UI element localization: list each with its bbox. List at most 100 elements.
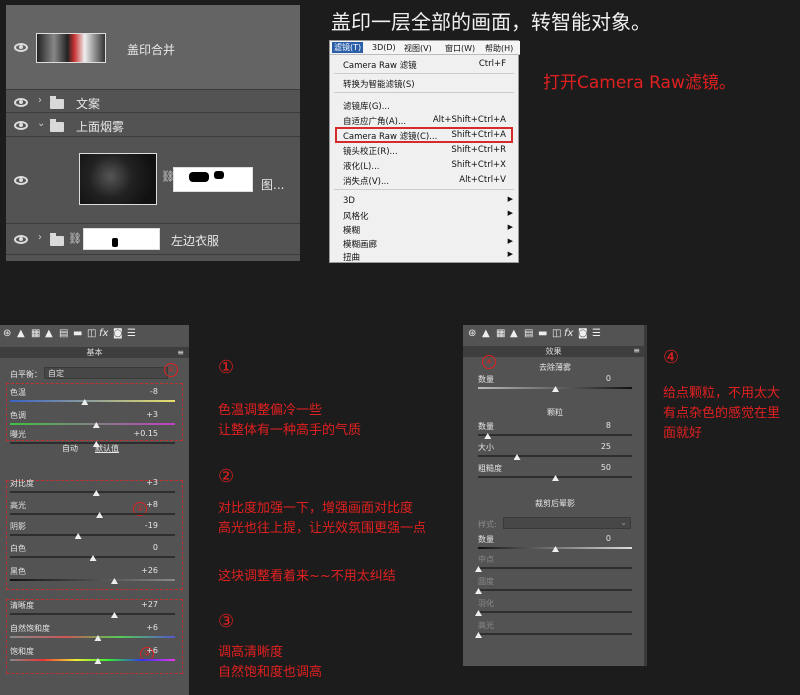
slider-track[interactable] <box>10 423 175 425</box>
menu-view[interactable]: 视图(V) <box>404 43 432 54</box>
camera-icon[interactable]: ◙ <box>113 328 123 339</box>
camera-icon[interactable]: ◙ <box>578 328 588 339</box>
slider-value[interactable]: 8 <box>571 421 611 430</box>
hsl-icon[interactable]: ▤ <box>524 328 533 339</box>
slider-value[interactable]: +0.15 <box>118 429 158 438</box>
slider-value[interactable]: +26 <box>118 566 158 575</box>
slider-track[interactable] <box>478 633 632 635</box>
slider-track[interactable] <box>10 579 175 581</box>
menu-item-stylize[interactable]: 风格化 ▶ <box>330 208 518 222</box>
auto-link[interactable]: 自动 <box>62 443 78 454</box>
slider-value[interactable]: 0 <box>571 534 611 543</box>
split-tone-icon[interactable]: ▬ <box>73 328 82 339</box>
layer-mask-thumbnail[interactable] <box>83 228 160 250</box>
slider-value[interactable]: 25 <box>571 442 611 451</box>
menu-item-distort[interactable]: 扭曲 ▶ <box>330 249 518 263</box>
menu-item-camera-raw-last[interactable]: Camera Raw 滤镜 Ctrl+F <box>330 57 518 71</box>
hsl-icon[interactable]: ▤ <box>59 328 68 339</box>
menu-item-shortcut: Alt+Ctrl+V <box>459 175 506 185</box>
slider-track[interactable] <box>478 611 632 613</box>
slider-label: 色调 <box>10 411 26 420</box>
layer-group-row[interactable]: › ⛓ 左边衣服 <box>6 225 300 255</box>
slider-track[interactable] <box>10 534 175 536</box>
presets-icon[interactable]: ☰ <box>592 328 601 339</box>
chevron-right-icon[interactable]: › <box>38 95 42 106</box>
chevron-down-icon[interactable]: ⌄ <box>37 118 45 129</box>
menu-window[interactable]: 窗口(W) <box>445 43 475 54</box>
slider-label: 阴影 <box>10 522 26 531</box>
lens-icon[interactable]: ◫ <box>87 328 96 339</box>
histogram-icon[interactable]: ▲ <box>17 328 25 339</box>
slider-value[interactable]: 50 <box>571 463 611 472</box>
slider-track[interactable] <box>478 589 632 591</box>
menu-item-shortcut: Shift+Ctrl+X <box>451 160 506 170</box>
slider-track[interactable] <box>10 442 175 444</box>
step-marker: ① <box>164 363 178 377</box>
menu-filter[interactable]: 滤镜(T) <box>332 42 364 53</box>
panel-menu-icon[interactable]: ≡ <box>177 348 184 357</box>
fx-icon[interactable]: fx <box>564 328 573 339</box>
slider-value[interactable]: -8 <box>118 387 158 396</box>
slider-track[interactable] <box>10 613 175 615</box>
slider-track[interactable] <box>478 455 632 457</box>
layer-row[interactable]: 盖印合并 <box>6 5 300 90</box>
histogram-icon[interactable]: ▲ <box>482 328 490 339</box>
slider-value[interactable]: 0 <box>571 374 611 383</box>
tone-curve-icon[interactable]: ▦ <box>496 328 505 339</box>
layer-row[interactable]: ⛓ 图... <box>6 138 300 224</box>
slider-track[interactable] <box>478 567 632 569</box>
aperture-icon[interactable]: ⊛ <box>3 328 11 339</box>
presets-icon[interactable]: ☰ <box>127 328 136 339</box>
menu-item-liquify[interactable]: 液化(L)... Shift+Ctrl+X <box>330 158 518 172</box>
link-icon[interactable]: ⛓ <box>68 232 82 245</box>
layer-group-row[interactable]: ⌄ 上面烟雾 <box>6 114 300 137</box>
visibility-eye-icon[interactable] <box>14 43 28 52</box>
menu-3d[interactable]: 3D(D) <box>372 43 396 52</box>
tone-curve-icon[interactable]: ▦ <box>31 328 40 339</box>
menu-item-blur-gallery[interactable]: 模糊画廊 ▶ <box>330 236 518 250</box>
menu-item-blur[interactable]: 模糊 ▶ <box>330 222 518 236</box>
submenu-arrow-icon: ▶ <box>507 223 513 231</box>
slider-value[interactable]: -19 <box>118 521 158 530</box>
slider-track[interactable] <box>10 636 175 638</box>
menu-item-adaptive-wide-angle[interactable]: 自适应广角(A)... Alt+Shift+Ctrl+A <box>330 113 518 127</box>
slider-track[interactable] <box>10 491 175 493</box>
slider-value[interactable]: +6 <box>118 623 158 632</box>
slider-value[interactable]: +3 <box>118 410 158 419</box>
menu-item-vanishing-point[interactable]: 消失点(V)... Alt+Ctrl+V <box>330 173 518 187</box>
default-link[interactable]: 默认值 <box>95 443 119 454</box>
grain-title: 颗粒 <box>547 408 563 417</box>
layer-mask-thumbnail[interactable] <box>173 167 253 192</box>
style-select[interactable]: ⌄ <box>503 517 631 529</box>
split-tone-icon[interactable]: ▬ <box>538 328 547 339</box>
layer-group-row[interactable]: › 文案 <box>6 91 300 113</box>
menu-item-label: 消失点(V)... <box>343 177 390 187</box>
menu-item-convert-smart-filter[interactable]: 转换为智能滤镜(S) <box>330 76 518 90</box>
menu-item-lens-correction[interactable]: 镜头校正(R)... Shift+Ctrl+R <box>330 143 518 157</box>
menu-item-3d[interactable]: 3D ▶ <box>330 194 518 208</box>
slider-value[interactable]: +8 <box>118 500 158 509</box>
slider-label: 黑色 <box>10 567 26 576</box>
slider-track[interactable] <box>10 400 175 402</box>
slider-value[interactable]: 0 <box>118 543 158 552</box>
detail-icon[interactable]: ▲ <box>45 328 53 339</box>
detail-icon[interactable]: ▲ <box>510 328 518 339</box>
fx-icon[interactable]: fx <box>99 328 108 339</box>
menu-item-filter-gallery[interactable]: 滤镜库(G)... <box>330 98 518 112</box>
slider-value[interactable]: +6 <box>118 646 158 655</box>
slider-track[interactable] <box>10 659 175 661</box>
menu-help[interactable]: 帮助(H) <box>485 43 513 54</box>
slider-track[interactable] <box>478 434 632 436</box>
aperture-icon[interactable]: ⊛ <box>468 328 476 339</box>
panel-menu-icon[interactable]: ≡ <box>633 346 640 355</box>
slider-value[interactable]: +3 <box>118 478 158 487</box>
wb-select[interactable]: 自定 <box>44 367 168 379</box>
visibility-eye-icon[interactable] <box>14 176 28 185</box>
slider-value[interactable]: +27 <box>118 600 158 609</box>
visibility-eye-icon[interactable] <box>14 235 28 244</box>
visibility-eye-icon[interactable] <box>14 98 28 107</box>
lens-icon[interactable]: ◫ <box>552 328 561 339</box>
visibility-eye-icon[interactable] <box>14 121 28 130</box>
chevron-right-icon[interactable]: › <box>38 232 42 243</box>
slider-track[interactable] <box>10 513 175 515</box>
